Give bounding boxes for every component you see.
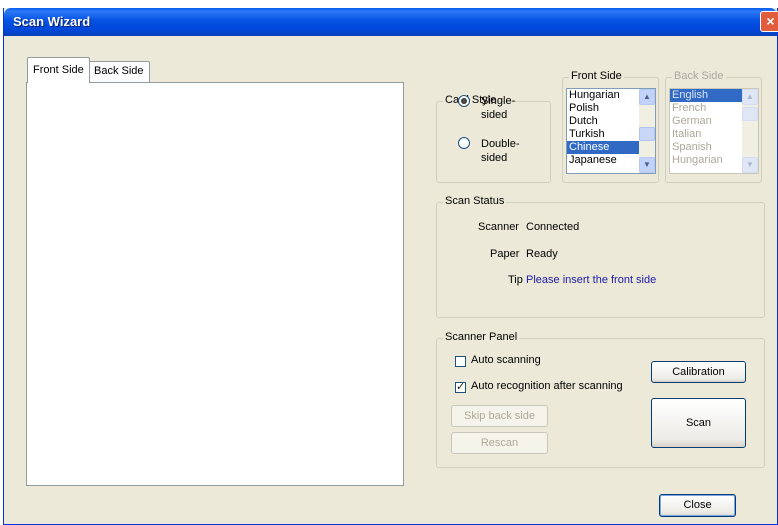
scroll-thumb [742,107,758,121]
double-sided-radio[interactable] [458,137,470,149]
front-side-legend: Front Side [569,70,624,82]
title-bar[interactable]: Scan Wizard × [4,8,778,36]
tab-front-side[interactable]: Front Side [27,57,90,83]
auto-recognition-label: Auto recognition after scanning [471,380,623,392]
double-sided-label-line1: Double- [481,138,520,150]
auto-recognition-checkbox[interactable] [455,380,466,393]
tab-back-side[interactable]: Back Side [88,61,150,82]
scan-status-group: Scan Status [436,195,765,318]
auto-scanning-label: Auto scanning [471,354,541,366]
paper-status-value: Ready [526,248,558,260]
scan-status-legend: Scan Status [443,195,507,207]
close-window-icon[interactable]: × [760,11,778,32]
scroll-thumb[interactable] [639,127,655,141]
double-sided-label-line2: sided [481,152,508,164]
close-button[interactable]: Close [659,494,736,517]
paper-label: Paper [490,248,520,260]
skip-back-side-button: Skip back side [451,405,548,427]
scanner-panel-legend: Scanner Panel [443,331,520,343]
card-preview-panel [26,82,404,486]
window-title: Scan Wizard [13,14,91,29]
scroll-down-icon[interactable]: ▼ [639,157,655,173]
rescan-button: Rescan [451,432,548,454]
scanner-status-value: Connected [526,221,580,233]
front-side-language-list[interactable]: Hungarian Polish Dutch Turkish Chinese J… [566,88,656,174]
scan-button[interactable]: Scan [651,398,746,448]
auto-scanning-checkbox[interactable] [455,356,466,367]
back-side-language-list: English French German Italian Spanish Hu… [669,88,759,174]
single-sided-label-line1: Single- [481,95,516,107]
back-side-legend: Back Side [672,70,726,82]
scroll-up-icon[interactable]: ▲ [639,89,655,105]
front-side-scrollbar[interactable]: ▲ ▼ [639,89,655,173]
scroll-down-icon: ▼ [742,157,758,173]
single-sided-label-line2: sided [481,109,508,121]
scroll-up-icon: ▲ [742,89,758,105]
calibration-button[interactable]: Calibration [651,361,746,383]
tip-value: Please insert the front side [526,274,657,286]
back-side-scrollbar: ▲ ▼ [742,89,758,173]
scanner-label: Scanner [478,221,519,233]
single-sided-radio[interactable] [458,95,470,107]
tip-label: Tip [508,274,523,286]
